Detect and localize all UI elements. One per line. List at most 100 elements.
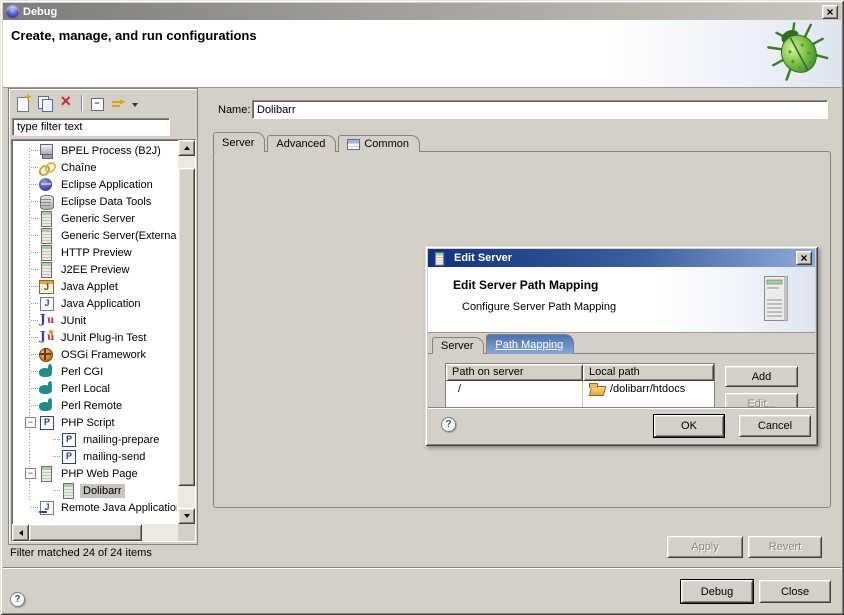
tree-item-java-applet[interactable]: Java Applet xyxy=(13,278,177,295)
scrollbar-corner xyxy=(178,524,195,541)
server-icon xyxy=(38,211,55,226)
filter-button[interactable] xyxy=(108,93,130,113)
toolbar-dropdown-caret-icon[interactable] xyxy=(132,103,138,110)
column-header-local-path[interactable]: Local path xyxy=(583,364,714,381)
tree-item-label: Chaîne xyxy=(58,161,99,175)
filter-status: Filter matched 24 of 24 items xyxy=(10,547,152,559)
collapse-expander-icon[interactable]: − xyxy=(25,468,36,479)
ok-button[interactable]: OK xyxy=(654,415,724,437)
tree-item-label: Perl Local xyxy=(58,382,113,396)
perl-icon xyxy=(38,398,55,413)
dialog-tab-server[interactable]: Server xyxy=(432,337,484,354)
delete-config-button[interactable] xyxy=(56,93,78,113)
path-mapping-header: Path on serverLocal path xyxy=(446,364,714,381)
close-icon: × xyxy=(826,7,833,17)
help-icon[interactable] xyxy=(10,592,25,607)
dialog-help-icon[interactable] xyxy=(441,417,456,432)
tree-item-cha-ne[interactable]: Chaîne xyxy=(13,159,177,176)
edit-server-dialog: Edit Server × Edit Server Path Mapping C… xyxy=(425,246,818,446)
header-banner: Create, manage, and run configurations xyxy=(3,20,841,88)
php-icon xyxy=(60,432,77,447)
tree-item-label: mailing-send xyxy=(80,450,148,464)
server-icon xyxy=(38,245,55,260)
tree-item-eclipse-application[interactable]: Eclipse Application xyxy=(13,176,177,193)
tree-item-junit[interactable]: JUnit xyxy=(13,312,177,329)
scroll-up-button[interactable] xyxy=(178,140,195,156)
tree-indent xyxy=(13,397,38,414)
edit-mapping-button[interactable]: Edit... xyxy=(725,393,798,407)
tree-item-bpel-process-b2j[interactable]: BPEL Process (B2J) xyxy=(13,142,177,159)
tree-item-eclipse-data-tools[interactable]: Eclipse Data Tools xyxy=(13,193,177,210)
toolbar-separator xyxy=(81,95,83,111)
window-close-button[interactable]: × xyxy=(822,5,838,19)
server-icon xyxy=(60,483,77,498)
horizontal-scroll-thumb[interactable] xyxy=(29,524,142,541)
add-mapping-button[interactable]: Add xyxy=(725,366,798,387)
new-config-icon xyxy=(15,95,32,111)
dialog-tab-content: Path on serverLocal path //dolibarr/htdo… xyxy=(428,353,815,407)
tree-item-generic-server[interactable]: Generic Server xyxy=(13,210,177,227)
path-mapping-row[interactable]: //dolibarr/htdocs xyxy=(446,381,714,397)
tree-item-mailing-send[interactable]: mailing-send xyxy=(13,448,177,465)
collapse-all-button[interactable] xyxy=(86,93,108,113)
tree-item-generic-server-external-la[interactable]: Generic Server(External La xyxy=(13,227,177,244)
tree-item-j2ee-preview[interactable]: J2EE Preview xyxy=(13,261,177,278)
tree-indent xyxy=(13,261,38,278)
server-icon xyxy=(38,262,55,277)
close-button[interactable]: Close xyxy=(759,580,831,603)
tab-server[interactable]: Server xyxy=(213,132,265,152)
tree-indent xyxy=(13,380,38,397)
bug-icon xyxy=(767,22,829,82)
tree-item-label: Perl CGI xyxy=(58,365,106,379)
tree-item-php-web-page[interactable]: − PHP Web Page xyxy=(13,465,177,482)
tree-item-dolibarr[interactable]: Dolibarr xyxy=(13,482,177,499)
name-input[interactable] xyxy=(252,100,828,119)
tree-indent xyxy=(13,278,38,295)
tree-item-label: Java Applet xyxy=(58,280,121,294)
tree-item-perl-remote[interactable]: Perl Remote xyxy=(13,397,177,414)
tree-item-php-script[interactable]: −PHP Script xyxy=(13,414,177,431)
dialog-tab-path-mapping[interactable]: Path Mapping xyxy=(486,334,574,354)
debug-button[interactable]: Debug xyxy=(681,580,753,603)
new-config-button[interactable] xyxy=(12,93,34,113)
triangle-down-icon xyxy=(184,514,190,521)
tree-item-osgi-framework[interactable]: OSGi Framework xyxy=(13,346,177,363)
common-tab-icon xyxy=(347,139,360,150)
apply-button[interactable]: Apply xyxy=(667,536,743,558)
tree-indent xyxy=(13,363,38,380)
vertical-scroll-thumb[interactable] xyxy=(178,168,195,486)
tree-item-label: Remote Java Application xyxy=(58,501,177,515)
scroll-left-button[interactable] xyxy=(12,524,29,541)
tree-item-perl-cgi[interactable]: Perl CGI xyxy=(13,363,177,380)
dialog-close-button[interactable]: × xyxy=(796,251,812,265)
cancel-button[interactable]: Cancel xyxy=(739,415,811,437)
tree-item-perl-local[interactable]: Perl Local xyxy=(13,380,177,397)
tree-item-remote-java-application[interactable]: Remote Java Application xyxy=(13,499,177,516)
column-header-path-on-server[interactable]: Path on server xyxy=(446,364,583,381)
path-mapping-table: Path on serverLocal path //dolibarr/htdo… xyxy=(445,363,715,407)
tree-vertical-scrollbar[interactable] xyxy=(178,140,195,524)
window-titlebar[interactable]: Debug × xyxy=(3,3,841,20)
duplicate-config-icon xyxy=(37,95,54,111)
tree-item-java-application[interactable]: Java Application xyxy=(13,295,177,312)
tree-item-label: PHP Web Page xyxy=(58,467,141,481)
tree-indent xyxy=(13,482,60,499)
server-icon xyxy=(38,466,55,481)
tree-horizontal-scrollbar[interactable] xyxy=(12,524,195,541)
revert-button[interactable]: Revert xyxy=(748,536,822,558)
dialog-titlebar[interactable]: Edit Server × xyxy=(428,249,815,267)
tree-item-junit-plug-in-test[interactable]: JUnit Plug-in Test xyxy=(13,329,177,346)
tree-item-mailing-prepare[interactable]: mailing-prepare xyxy=(13,431,177,448)
tree-rows: BPEL Process (B2J) ChaîneEclipse Applicat… xyxy=(13,142,177,516)
filter-icon xyxy=(111,95,128,111)
tab-common[interactable]: Common xyxy=(338,135,420,152)
folder-icon xyxy=(589,383,605,395)
scroll-down-button[interactable] xyxy=(178,508,195,524)
duplicate-config-button[interactable] xyxy=(34,93,56,113)
tree-item-http-preview[interactable]: HTTP Preview xyxy=(13,244,177,261)
close-icon: × xyxy=(800,253,807,263)
filter-input[interactable] xyxy=(12,118,170,136)
dialog-banner: Edit Server Path Mapping Configure Serve… xyxy=(428,267,815,333)
tab-advanced[interactable]: Advanced xyxy=(267,135,336,152)
collapse-expander-icon[interactable]: − xyxy=(25,417,36,428)
